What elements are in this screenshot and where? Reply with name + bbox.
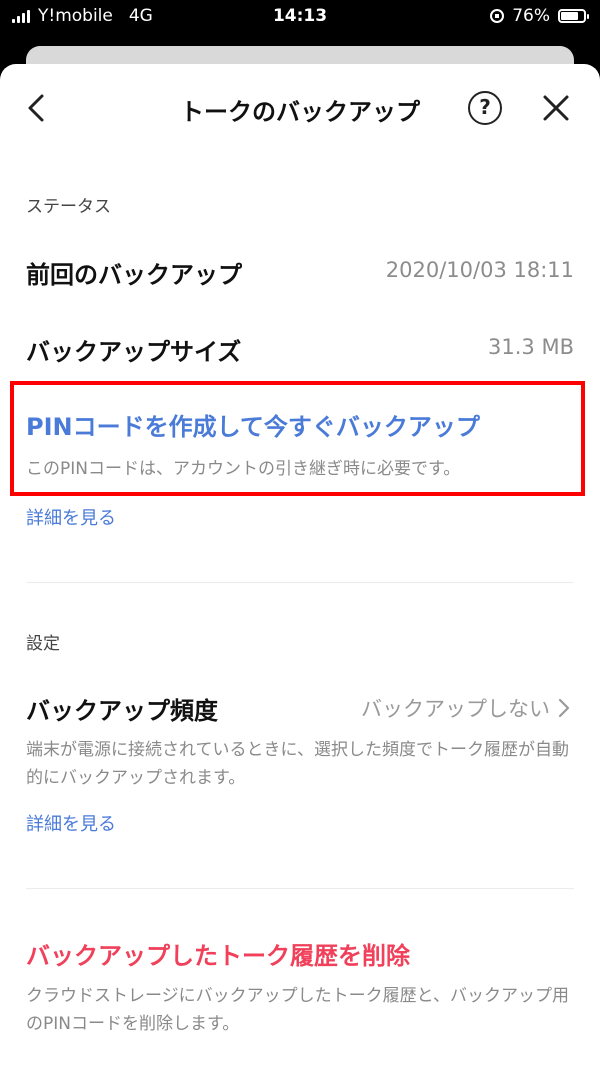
create-pin-backup-button[interactable]: PINコードを作成して今すぐバックアップ: [26, 407, 480, 442]
rotation-lock-icon: [490, 9, 505, 23]
status-bar: Y!mobile 4G 14:13 76%: [0, 0, 600, 34]
status-right: 76%: [490, 6, 589, 26]
settings-section-label: 設定: [26, 634, 60, 654]
status-section-label: ステータス: [26, 197, 111, 217]
help-icon[interactable]: ?: [468, 91, 502, 125]
divider: [26, 582, 574, 583]
last-backup-value: 2020/10/03 18:11: [385, 258, 574, 282]
delete-backup-button[interactable]: バックアップしたトーク履歴を削除: [26, 936, 410, 971]
battery-fill: [561, 12, 578, 20]
backup-size-value: 31.3 MB: [488, 335, 574, 359]
backup-frequency-label[interactable]: バックアップ頻度: [26, 691, 218, 726]
page-title: トークのバックアップ: [180, 98, 420, 126]
close-icon[interactable]: [536, 88, 576, 128]
backup-sheet: トークのバックアップ ? ステータス 前回のバックアップ 2020/10/03 …: [0, 64, 600, 1067]
chevron-right-icon[interactable]: [556, 697, 572, 719]
backup-size-label: バックアップサイズ: [26, 338, 242, 366]
backup-frequency-value[interactable]: バックアップしない: [361, 693, 550, 723]
divider: [26, 888, 574, 889]
frequency-description: 端末が電源に接続されているときに、選択した頻度でトーク履歴が自動的にバックアップ…: [26, 740, 569, 788]
header: トークのバックアップ ?: [0, 64, 600, 154]
status-details-link[interactable]: 詳細を見る: [26, 504, 116, 530]
battery-icon: [558, 9, 589, 23]
delete-description: クラウドストレージにバックアップしたトーク履歴と、バックアップ用のPINコードを…: [26, 986, 569, 1034]
battery-percent: 76%: [512, 6, 550, 26]
pin-description: このPINコードは、アカウントの引き継ぎ時に必要です。: [26, 459, 461, 479]
settings-details-link[interactable]: 詳細を見る: [26, 810, 116, 836]
last-backup-label: 前回のバックアップ: [26, 261, 242, 289]
